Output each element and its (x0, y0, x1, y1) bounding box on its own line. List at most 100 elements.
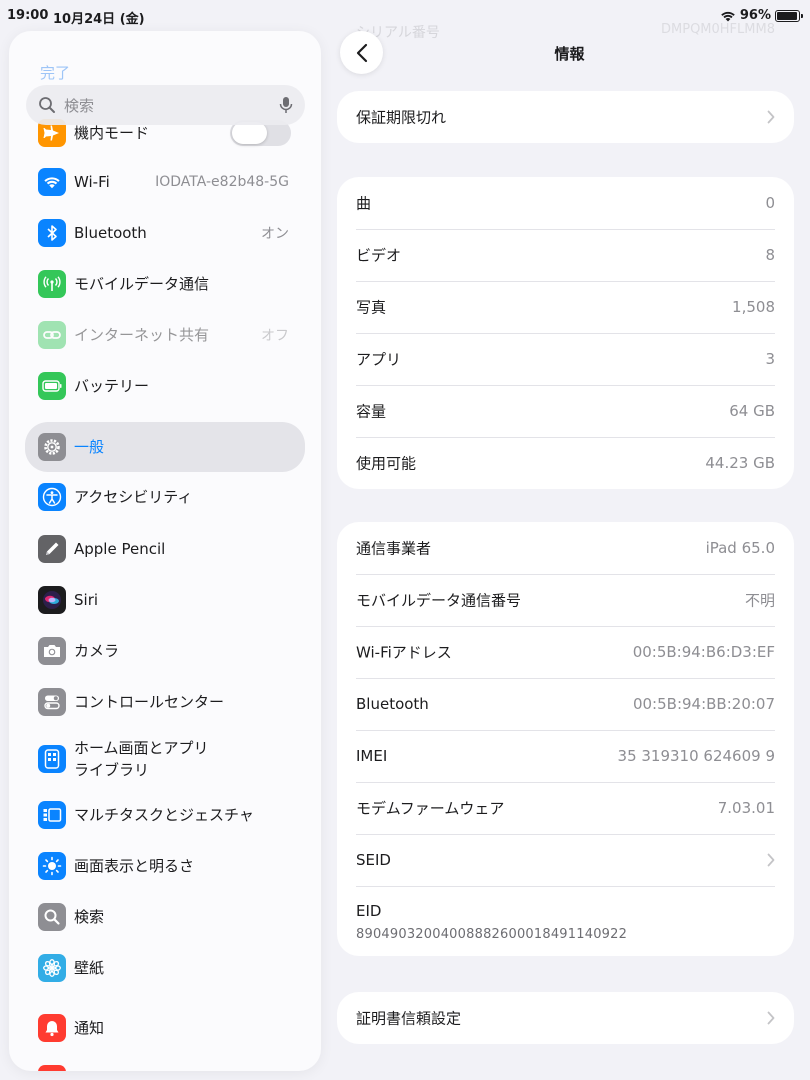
row-label: モバイルデータ通信番号 (356, 591, 522, 610)
sidebar-item-value: オン (261, 226, 289, 242)
antenna-icon (38, 270, 66, 298)
row-label: Wi-Fiアドレス (356, 643, 452, 662)
sidebar-item-camera[interactable]: カメラ (9, 628, 321, 674)
sun-icon (38, 852, 66, 880)
row-value: 64 GB (729, 402, 775, 420)
done-button[interactable]: 完了 (40, 62, 70, 83)
sidebar-item-label: 一般 (74, 438, 105, 456)
info-row-carrier: 通信事業者 iPad 65.0 (337, 522, 794, 574)
sidebar-item-accessibility[interactable]: アクセシビリティ (9, 474, 321, 520)
battery-status-icon (775, 9, 803, 22)
sidebar-item-display[interactable]: 画面表示と明るさ (9, 843, 321, 889)
row-label: 使用可能 (356, 454, 417, 473)
flower-icon (38, 954, 66, 982)
chevron-right-icon (767, 1011, 775, 1025)
settings-sidebar: 完了 検索 機内モード Wi-Fi IODATA-e82b48-5G Bluet… (9, 31, 321, 1071)
sidebar-item-label: コントロールセンター (74, 693, 225, 711)
sidebar-item-multitasking[interactable]: マルチタスクとジェスチャ (9, 792, 321, 838)
row-value: iPad 65.0 (705, 539, 775, 557)
row-value: 44.23 GB (705, 454, 775, 472)
row-label: ビデオ (356, 246, 402, 265)
info-row-videos: ビデオ 8 (337, 229, 794, 281)
bell-icon (38, 1014, 66, 1042)
gear-icon (38, 433, 66, 461)
sidebar-item-personal-hotspot[interactable]: インターネット共有 オフ (9, 312, 321, 358)
sidebar-item-label: Apple Pencil (74, 540, 166, 558)
row-label: SEID (356, 851, 391, 869)
row-label: 証明書信頼設定 (356, 1009, 462, 1028)
info-row-available: 使用可能 44.23 GB (337, 437, 794, 489)
sidebar-item-wifi[interactable]: Wi-Fi IODATA-e82b48-5G (9, 159, 321, 205)
row-label: モデムファームウェア (356, 799, 505, 818)
sidebar-item-apple-pencil[interactable]: Apple Pencil (9, 526, 321, 572)
status-date: 10月24日 (金) (53, 12, 145, 27)
row-label: 保証期限切れ (356, 108, 447, 127)
sidebar-item-label: カメラ (74, 642, 120, 660)
row-label: 通信事業者 (356, 539, 432, 558)
certificate-group: 証明書信頼設定 (337, 992, 794, 1044)
warranty-row[interactable]: 保証期限切れ (337, 91, 794, 143)
search-field[interactable]: 検索 (26, 85, 305, 125)
sidebar-item-mobile-data[interactable]: モバイルデータ通信 (9, 261, 321, 307)
info-row-seid[interactable]: SEID (337, 834, 794, 886)
sidebar-item-label: Siri (74, 591, 99, 609)
siri-icon (38, 586, 66, 614)
row-label: 写真 (356, 298, 387, 317)
sidebar-item-control-center[interactable]: コントロールセンター (9, 679, 321, 725)
sidebar-item-label: 機内モード (74, 124, 150, 142)
row-value: 0 (765, 194, 775, 212)
info-row-wifi-address: Wi-Fiアドレス 00:5B:94:B6:D3:EF (337, 626, 794, 678)
sidebar-item-value: オフ (261, 328, 289, 344)
page-title: 情報 (554, 45, 585, 63)
about-panel: シリアル番号 DMPQM0HFLMM8 情報 保証期限切れ 曲 0 ビデオ 8 … (322, 0, 810, 1080)
info-row-photos: 写真 1,508 (337, 281, 794, 333)
microphone-icon[interactable] (279, 96, 293, 114)
sidebar-item-battery[interactable]: バッテリー (9, 363, 321, 409)
sidebar-item-label: 検索 (74, 908, 105, 926)
info-row-eid: EID 89049032004008882600018491140922 (337, 886, 794, 956)
sidebar-item-bluetooth[interactable]: Bluetooth オン (9, 210, 321, 256)
row-label: アプリ (356, 350, 402, 369)
warranty-group: 保証期限切れ (337, 91, 794, 143)
row-value: 00:5B:94:B6:D3:EF (632, 643, 775, 661)
search-input[interactable]: 検索 (64, 95, 279, 116)
status-bar: 19:00 10月24日 (金) 96% (0, 0, 810, 32)
next-item-icon-peek (38, 1065, 66, 1071)
sidebar-item-home-screen[interactable]: ホーム画面とアプリ ライブラリ (9, 733, 321, 785)
info-row-imei: IMEI 35 319310 624609 9 (337, 730, 794, 782)
row-value: 7.03.01 (717, 799, 775, 817)
battery-percent: 96% (739, 8, 771, 23)
sidebar-item-general[interactable]: 一般 (9, 422, 321, 472)
sidebar-item-siri[interactable]: Siri (9, 577, 321, 623)
row-label: 曲 (356, 194, 372, 213)
info-row-cellular-number: モバイルデータ通信番号 不明 (337, 574, 794, 626)
sidebar-item-label: 通知 (74, 1019, 105, 1037)
camera-icon (38, 637, 66, 665)
accessibility-icon (38, 483, 66, 511)
sidebar-item-notifications[interactable]: 通知 (9, 1005, 321, 1051)
sidebar-item-wallpaper[interactable]: 壁紙 (9, 945, 321, 991)
certificate-trust-row[interactable]: 証明書信頼設定 (337, 992, 794, 1044)
switches-icon (38, 688, 66, 716)
info-row-capacity: 容量 64 GB (337, 385, 794, 437)
sidebar-item-label: 画面表示と明るさ (74, 857, 195, 875)
status-time: 19:00 (7, 8, 49, 23)
sidebar-item-label: インターネット共有 (74, 326, 210, 344)
sidebar-item-label: アクセシビリティ (74, 488, 193, 506)
chevron-right-icon (767, 853, 775, 867)
row-value: 00:5B:94:BB:20:07 (632, 695, 775, 713)
sidebar-item-search[interactable]: 検索 (9, 894, 321, 940)
multitask-icon (38, 801, 66, 829)
wifi-status-icon (720, 10, 736, 22)
info-row-apps: アプリ 3 (337, 333, 794, 385)
info-row-modem-firmware: モデムファームウェア 7.03.01 (337, 782, 794, 834)
sidebar-item-label: 壁紙 (74, 959, 105, 977)
info-row-songs: 曲 0 (337, 177, 794, 229)
battery-icon (38, 372, 66, 400)
sidebar-item-label: Bluetooth (74, 224, 147, 242)
chevron-right-icon (767, 110, 775, 124)
row-value: 89049032004008882600018491140922 (356, 927, 628, 942)
search-icon (38, 903, 66, 931)
row-label: EID (356, 902, 382, 920)
search-icon (39, 97, 55, 113)
